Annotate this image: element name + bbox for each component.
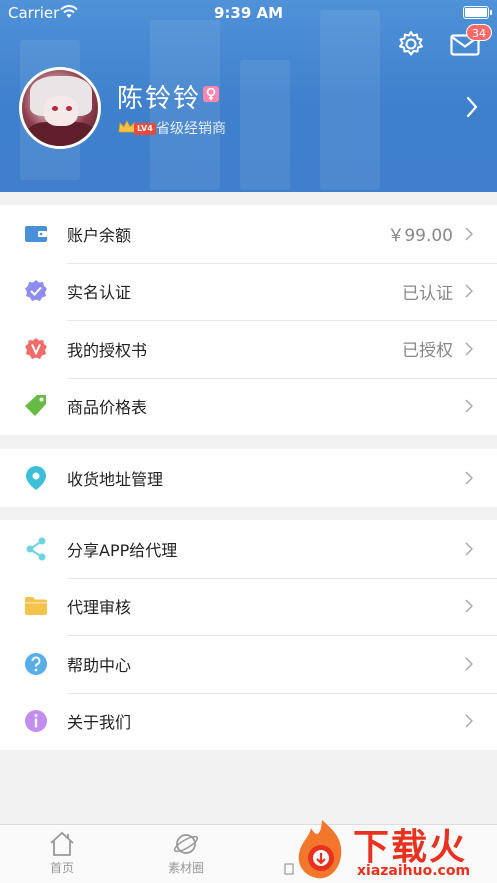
chevron-right-icon: [465, 342, 473, 356]
chevron-right-icon: [465, 599, 473, 613]
menu-label: 实名认证: [67, 283, 132, 303]
status-time: 9:39 AM: [213, 4, 284, 22]
chevron-right-icon: [465, 399, 473, 413]
authorization-icon: [24, 337, 48, 361]
folder-icon: [24, 594, 48, 618]
user-name: 陈铃铃: [117, 84, 202, 114]
menu-row-help[interactable]: 帮助中心: [0, 635, 497, 693]
menu-row-about[interactable]: 关于我们: [0, 692, 497, 751]
menu-label: 账户余额: [67, 225, 132, 245]
menu-label: 代理审核: [67, 598, 132, 618]
chevron-right-icon: [465, 714, 473, 728]
level-badge: LV4: [134, 123, 156, 135]
verified-badge-icon: [24, 279, 48, 303]
menu-row-verification[interactable]: 实名认证 已认证: [0, 262, 497, 321]
watermark-url: xiazaihuo.com: [357, 863, 471, 879]
account-menu-group: 账户余额 ￥99.00 实名认证 已认证 我的授权书 已授权 商品价格表: [0, 205, 497, 435]
female-gender-icon: [203, 86, 219, 102]
tab-label: 首页: [49, 861, 74, 875]
menu-row-share[interactable]: 分享APP给代理: [0, 520, 497, 578]
menu-label: 商品价格表: [67, 398, 148, 418]
menu-row-address[interactable]: 收货地址管理: [0, 449, 497, 507]
message-count-badge: 34: [466, 24, 492, 41]
planet-icon: [173, 834, 199, 854]
more-menu-group: 分享APP给代理 代理审核 帮助中心 关于我们: [0, 520, 497, 750]
menu-label: 分享APP给代理: [67, 540, 178, 560]
info-icon: [24, 709, 48, 733]
profile-header: Carrier 9:39 AM 34 陈铃铃 LV4 省级经销商: [0, 0, 497, 192]
authorization-status: 已授权: [402, 341, 453, 362]
verification-status: 已认证: [402, 283, 453, 304]
background-building: [320, 10, 380, 190]
menu-label: 收货地址管理: [67, 469, 164, 489]
menu-label: 帮助中心: [67, 655, 132, 675]
battery-icon: [463, 6, 489, 19]
balance-value: ￥99.00: [387, 226, 453, 247]
chevron-right-icon: [465, 471, 473, 485]
status-bar: Carrier 9:39 AM: [0, 0, 497, 26]
flame-logo-icon: [298, 820, 342, 879]
settings-gear-icon[interactable]: [397, 30, 425, 58]
location-pin-icon: [24, 465, 48, 490]
price-tag-icon: [24, 394, 48, 418]
chevron-right-icon: [465, 542, 473, 556]
chevron-right-icon: [465, 657, 473, 671]
chevron-right-icon: [465, 227, 473, 241]
avatar[interactable]: [19, 67, 101, 149]
battery-tip: [490, 10, 492, 15]
home-icon: [50, 831, 74, 856]
chevron-right-icon: [465, 284, 473, 298]
wallet-icon: [24, 222, 48, 246]
menu-row-price-list[interactable]: 商品价格表: [0, 377, 497, 436]
help-icon: [24, 652, 48, 676]
menu-row-authorization[interactable]: 我的授权书 已授权: [0, 320, 497, 378]
user-role: 省级经销商: [156, 121, 226, 137]
menu-row-balance[interactable]: 账户余额 ￥99.00: [0, 205, 497, 263]
background-building: [240, 60, 290, 190]
menu-label: 关于我们: [67, 713, 132, 733]
chevron-right-icon[interactable]: [466, 96, 478, 118]
menu-label: 我的授权书: [67, 340, 148, 360]
share-icon: [24, 537, 48, 561]
address-menu-group: 收货地址管理: [0, 449, 497, 507]
menu-row-agent-review[interactable]: 代理审核: [0, 577, 497, 636]
tab-home[interactable]: 首页: [12, 831, 112, 876]
watermark: 下载火 xiazaihuo.com: [291, 816, 497, 883]
tab-label: 素材圈: [167, 861, 204, 875]
tab-materials[interactable]: 素材圈: [136, 831, 236, 876]
